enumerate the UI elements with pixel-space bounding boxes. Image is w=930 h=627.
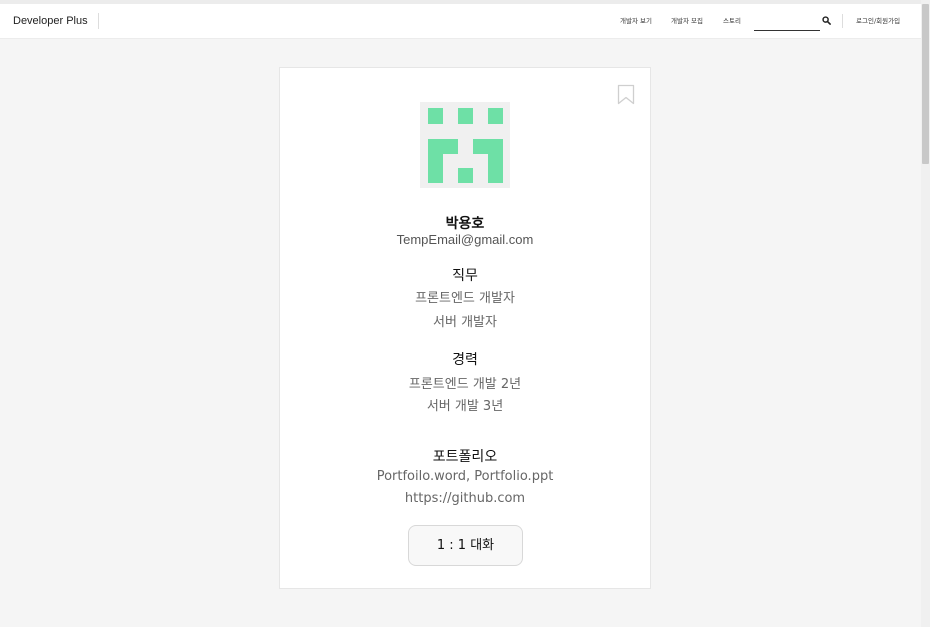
- career-item: 프론트엔드 개발 2년: [408, 377, 522, 392]
- job-item: 프론트엔드 개발자: [415, 291, 515, 306]
- nav-story[interactable]: 스토리: [723, 16, 741, 26]
- header: Developer Plus 개발자 보기 개발자 모집 스토리 로그인/회원가…: [0, 4, 921, 39]
- nav-recruit-developers[interactable]: 개발자 모집: [671, 16, 703, 26]
- portfolio-link[interactable]: https://github.com: [280, 491, 650, 506]
- bookmark-icon[interactable]: [617, 84, 635, 105]
- portfolio-title: 포트폴리오: [432, 449, 498, 465]
- header-divider: [842, 14, 843, 28]
- search-icon[interactable]: [822, 16, 831, 25]
- career-item: 서버 개발 3년: [426, 399, 504, 414]
- brand-logo[interactable]: Developer Plus: [13, 13, 99, 29]
- profile-email: TempEmail@gmail.com: [396, 232, 534, 247]
- job-item: 서버 개발자: [433, 315, 497, 330]
- scrollbar[interactable]: [921, 0, 930, 627]
- portfolio-files[interactable]: Portfoilo.word, Portfolio.ppt: [280, 469, 650, 484]
- scroll-thumb[interactable]: [922, 4, 929, 164]
- chat-button[interactable]: 1 : 1 대화: [408, 525, 523, 566]
- search-box: [754, 11, 832, 33]
- avatar: [420, 102, 510, 188]
- profile-card: 박용호 TempEmail@gmail.com 직무 프론트엔드 개발자 서버 …: [279, 67, 651, 589]
- nav-view-developers[interactable]: 개발자 보기: [620, 16, 652, 26]
- career-title: 경력: [452, 352, 478, 368]
- profile-name: 박용호: [445, 216, 485, 232]
- job-title: 직무: [452, 268, 478, 284]
- search-input[interactable]: [754, 11, 820, 31]
- nav-login-signup[interactable]: 로그인/회원가입: [856, 16, 900, 26]
